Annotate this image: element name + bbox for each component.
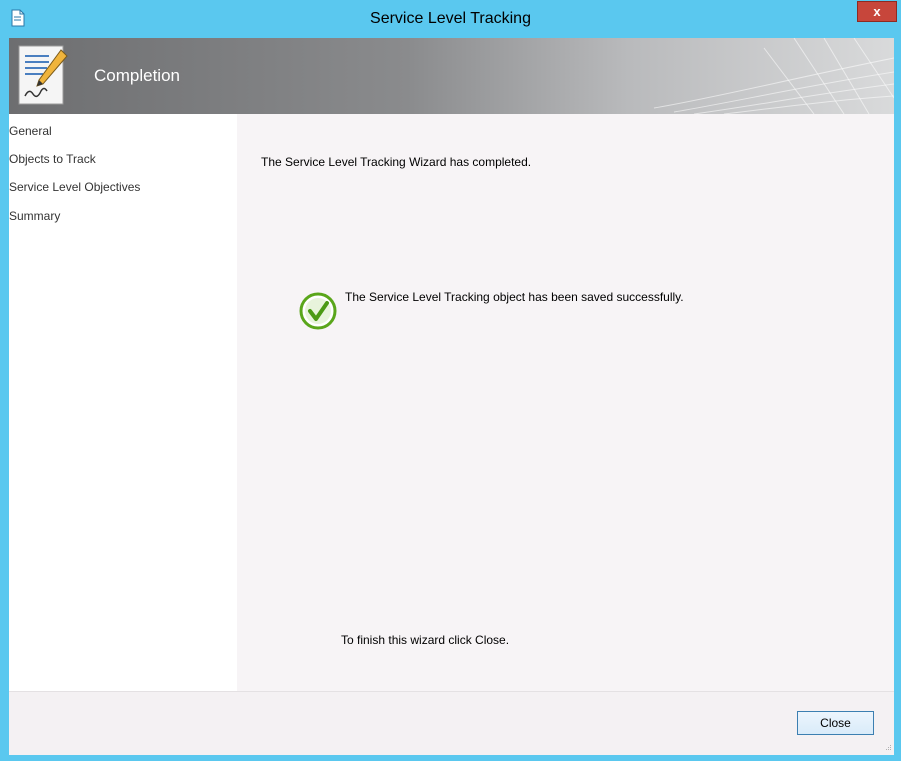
status-message: The Service Level Tracking object has be… — [345, 290, 684, 304]
wizard-footer: Close — [9, 691, 894, 755]
nav-item-general[interactable]: General — [9, 124, 52, 138]
finish-instruction: To finish this wizard click Close. — [341, 633, 510, 647]
check-circle-icon — [299, 292, 337, 330]
wizard-window: Service Level Tracking x Completion Gene… — [0, 0, 901, 761]
title-bar[interactable]: Service Level Tracking x — [0, 0, 901, 38]
resize-grip-icon[interactable] — [882, 743, 892, 753]
nav-item-objects-to-track[interactable]: Objects to Track — [9, 152, 96, 166]
wizard-document-pencil-icon — [18, 45, 68, 105]
window-title: Service Level Tracking — [370, 10, 531, 27]
header-wave-graphic — [653, 38, 894, 114]
close-button[interactable]: Close — [797, 711, 874, 735]
nav-item-summary[interactable]: Summary — [9, 209, 60, 223]
completed-message: The Service Level Tracking Wizard has co… — [261, 155, 532, 169]
wizard-header: Completion — [9, 38, 894, 114]
wizard-content: The Service Level Tracking Wizard has co… — [237, 114, 894, 691]
wizard-steps-nav: General Objects to Track Service Level O… — [9, 114, 237, 691]
nav-item-service-level-objectives[interactable]: Service Level Objectives — [9, 180, 140, 194]
window-close-button[interactable]: x — [857, 1, 897, 22]
page-title: Completion — [94, 66, 180, 85]
